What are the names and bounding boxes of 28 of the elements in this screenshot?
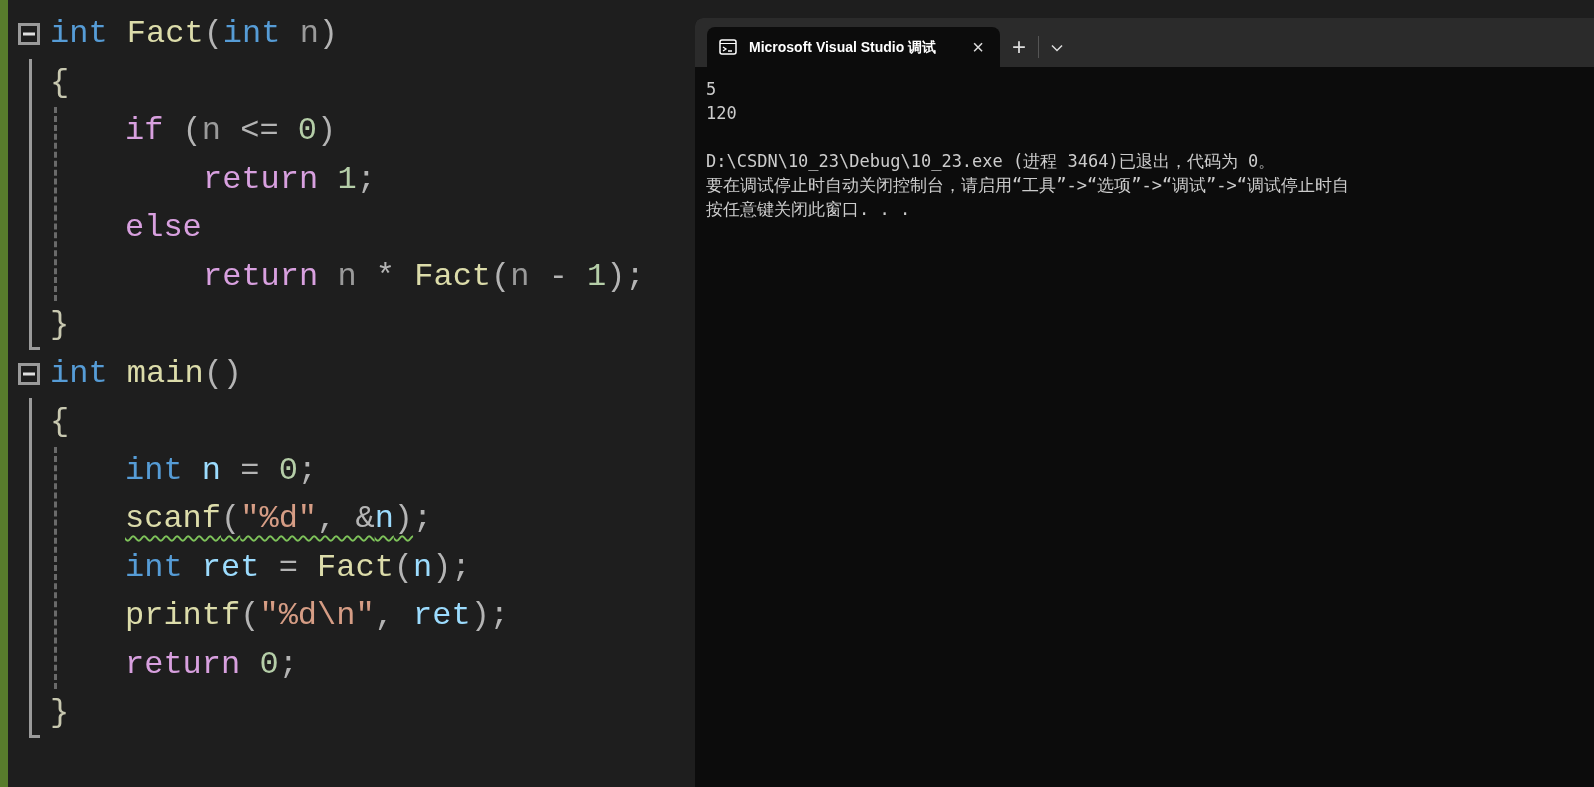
code-line: {: [50, 62, 71, 103]
terminal-icon: [719, 39, 737, 55]
code-line: int main(): [50, 353, 243, 394]
code-line: int Fact(int n): [50, 14, 339, 54]
console-line: 5: [706, 78, 718, 101]
code-line: scanf("%d", &n);: [125, 499, 434, 539]
code-line: else: [125, 208, 203, 248]
console-line: 120: [706, 102, 738, 125]
code-line: return n * Fact(n - 1);: [203, 256, 646, 297]
code-line: return 1;: [203, 159, 377, 200]
code-line: {: [50, 402, 71, 442]
console-line: 按任意键关闭此窗口. . .: [706, 198, 912, 221]
code-line: printf("%d\n", ret);: [125, 596, 511, 636]
collapse-icon[interactable]: [18, 362, 40, 385]
console-line: 要在调试停止时自动关闭控制台，请启用“工具”->“选项”->“调试”->“调试停止时自: [706, 174, 1351, 197]
collapse-icon[interactable]: [18, 23, 40, 46]
code-line: }: [50, 305, 71, 345]
code-line: int ret = Fact(n);: [125, 547, 472, 588]
terminal-tab[interactable]: Microsoft Visual Studio 调试 ×: [707, 27, 1000, 67]
console-line: D:\CSDN\10_23\Debug\10_23.exe (进程 3464)已退出，代码为 0。: [706, 150, 1277, 173]
caret-icon: [1051, 43, 1063, 52]
code-line: }: [50, 693, 71, 733]
close-button[interactable]: ×: [968, 37, 988, 57]
new-tab-button[interactable]: +: [1008, 35, 1030, 59]
tab-title: Microsoft Visual Studio 调试: [749, 37, 938, 57]
code-line: int n = 0;: [125, 450, 319, 491]
code-line: return 0;: [125, 644, 299, 685]
code-line: if (n <= 0): [125, 111, 338, 151]
